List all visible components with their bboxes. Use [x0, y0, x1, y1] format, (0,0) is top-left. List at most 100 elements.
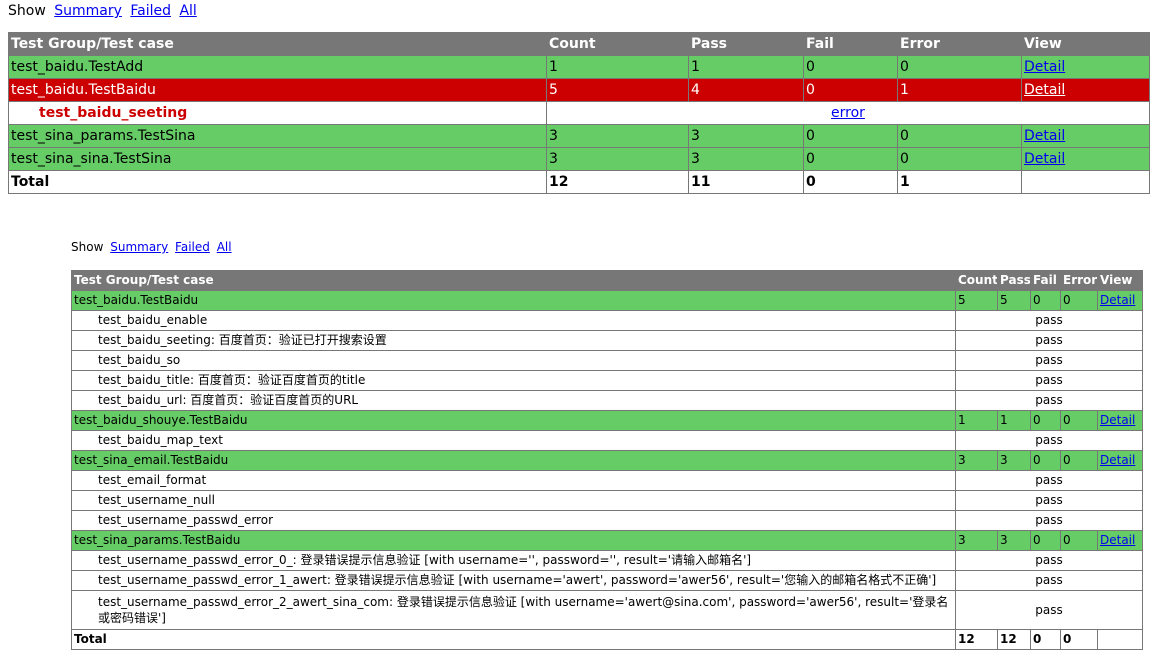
header-view: View [1097, 270, 1143, 291]
case-status[interactable]: pass [955, 310, 1143, 331]
group-error: 0 [897, 147, 1022, 171]
summary-link[interactable]: Summary [54, 3, 122, 19]
group-error: 1 [897, 78, 1022, 102]
total-count: 12 [955, 629, 998, 650]
case-row: test_username_passwd_error_2_awert_sina_… [71, 590, 1143, 630]
group-view-cell: Detail [1097, 530, 1143, 551]
failed-link[interactable]: Failed [175, 240, 210, 254]
group-view-cell: Detail [1097, 450, 1143, 471]
detail-link[interactable]: Detail [1024, 59, 1065, 75]
group-row: test_baidu_shouye.TestBaidu 1 1 0 0 Deta… [71, 410, 1143, 431]
case-name: test_baidu_so [71, 350, 956, 371]
header-error: Error [1060, 270, 1098, 291]
case-name: test_username_passwd_error [71, 510, 956, 531]
all-link[interactable]: All [217, 240, 232, 254]
failed-link[interactable]: Failed [130, 3, 171, 19]
header-test-group: Test Group/Test case [71, 270, 956, 291]
case-status[interactable]: pass [955, 570, 1143, 591]
group-fail: 0 [1030, 530, 1061, 551]
case-row: test_username_passwd_error pass [71, 510, 1143, 531]
case-status[interactable]: pass [955, 350, 1143, 371]
group-count: 5 [546, 78, 689, 102]
summary-link[interactable]: Summary [110, 240, 168, 254]
total-label: Total [8, 170, 547, 194]
group-pass: 3 [997, 450, 1031, 471]
total-row: Total 12 12 0 0 [71, 629, 1143, 650]
case-name: test_baidu_url: 百度首页：验证百度首页的URL [71, 390, 956, 411]
total-label: Total [71, 629, 956, 650]
show-filter-bar: Show Summary Failed All [8, 1, 1149, 21]
show-label: Show [71, 240, 104, 254]
group-view-cell: Detail [1021, 55, 1150, 79]
all-link[interactable]: All [179, 3, 196, 19]
group-fail: 0 [1030, 450, 1061, 471]
case-status[interactable]: pass [955, 430, 1143, 451]
detail-link[interactable]: Detail [1024, 128, 1065, 144]
result-table: Test Group/Test case Count Pass Fail Err… [8, 32, 1150, 194]
detail-link[interactable]: Detail [1100, 413, 1135, 427]
case-status[interactable]: pass [955, 370, 1143, 391]
case-status[interactable]: pass [955, 510, 1143, 531]
group-count: 3 [955, 530, 998, 551]
group-view-cell: Detail [1097, 410, 1143, 431]
result-table: Test Group/Test case Count Pass Fail Err… [71, 270, 1143, 650]
group-name: test_baidu.TestBaidu [8, 78, 547, 102]
group-view-cell: Detail [1021, 147, 1150, 171]
group-pass: 1 [688, 55, 804, 79]
case-status[interactable]: pass [955, 490, 1143, 511]
total-fail: 0 [803, 170, 898, 194]
group-pass: 3 [688, 147, 804, 171]
group-error: 0 [1060, 450, 1098, 471]
case-row: test_username_null pass [71, 490, 1143, 511]
total-row: Total 12 11 0 1 [8, 170, 1150, 194]
total-pass: 12 [997, 629, 1031, 650]
group-fail: 0 [803, 124, 898, 148]
detail-link[interactable]: Detail [1024, 151, 1065, 167]
group-row: test_sina_params.TestSina 3 3 0 0 Detail [8, 124, 1150, 148]
total-view [1097, 629, 1143, 650]
case-row: test_username_passwd_error_0_: 登录错误提示信息验… [71, 550, 1143, 571]
group-name: test_baidu.TestBaidu [71, 290, 956, 311]
case-status[interactable]: pass [955, 550, 1143, 571]
header-test-group: Test Group/Test case [8, 32, 547, 56]
case-name: test_username_passwd_error_1_awert: 登录错误… [71, 570, 956, 591]
group-error: 0 [897, 55, 1022, 79]
error-status-link[interactable]: error [831, 105, 865, 121]
group-pass: 4 [688, 78, 804, 102]
total-fail: 0 [1030, 629, 1061, 650]
group-pass: 3 [688, 124, 804, 148]
case-row: test_baidu_url: 百度首页：验证百度首页的URL pass [71, 390, 1143, 411]
group-name: test_sina_params.TestSina [8, 124, 547, 148]
case-name: test_baidu_title: 百度首页：验证百度首页的title [71, 370, 956, 391]
case-row: test_email_format pass [71, 470, 1143, 491]
case-status[interactable]: pass [955, 390, 1143, 411]
case-name: test_baidu_seeting: 百度首页：验证已打开搜索设置 [71, 330, 956, 351]
group-name: test_baidu.TestAdd [8, 55, 547, 79]
group-error: 0 [897, 124, 1022, 148]
group-row: test_sina_sina.TestSina 3 3 0 0 Detail [8, 147, 1150, 171]
group-count: 1 [955, 410, 998, 431]
detail-link[interactable]: Detail [1100, 293, 1135, 307]
group-fail: 0 [803, 147, 898, 171]
case-row: test_username_passwd_error_1_awert: 登录错误… [71, 570, 1143, 591]
group-fail: 0 [1030, 410, 1061, 431]
total-error: 0 [1060, 629, 1098, 650]
group-pass: 5 [997, 290, 1031, 311]
case-row: test_baidu_title: 百度首页：验证百度首页的title pass [71, 370, 1143, 391]
detail-link[interactable]: Detail [1100, 533, 1135, 547]
group-count: 3 [955, 450, 998, 471]
group-view-cell: Detail [1021, 78, 1150, 102]
header-count: Count [955, 270, 998, 291]
header-view: View [1021, 32, 1150, 56]
group-count: 1 [546, 55, 689, 79]
case-row: test_baidu_seeting: 百度首页：验证已打开搜索设置 pass [71, 330, 1143, 351]
case-name: test_baidu_seeting [8, 101, 547, 125]
total-error: 1 [897, 170, 1022, 194]
detail-link[interactable]: Detail [1024, 82, 1065, 98]
header-pass: Pass [997, 270, 1031, 291]
case-status[interactable]: pass [955, 470, 1143, 491]
case-status[interactable]: pass [955, 330, 1143, 351]
detail-link[interactable]: Detail [1100, 453, 1135, 467]
case-status[interactable]: pass [955, 590, 1143, 630]
case-status-cell: error [546, 101, 1150, 125]
